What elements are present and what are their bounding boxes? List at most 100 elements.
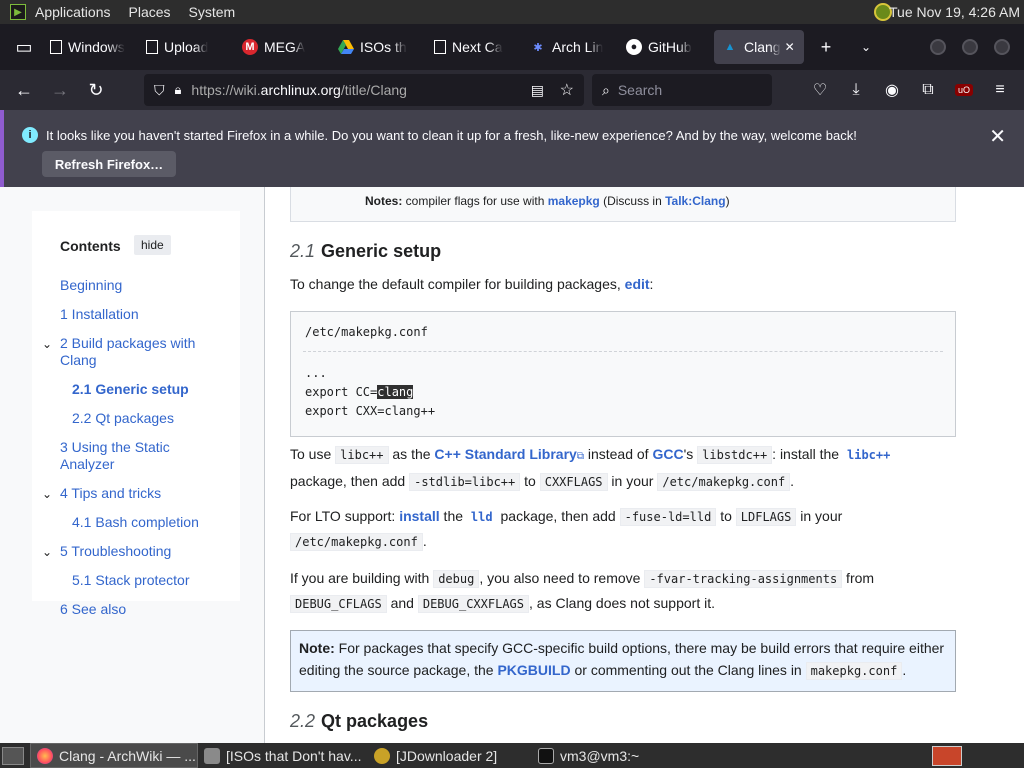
- code-separator: [303, 351, 943, 352]
- taskbar: Clang - ArchWiki — ... [ISOs that Don't …: [0, 743, 1024, 768]
- back-button[interactable]: ←: [6, 74, 42, 106]
- github-icon: ●: [626, 39, 642, 55]
- chevron-down-icon[interactable]: ⌄: [42, 545, 52, 559]
- refresh-firefox-notification: i It looks like you haven't started Fire…: [0, 110, 1024, 187]
- search-bar[interactable]: ⌕ Search: [592, 74, 772, 106]
- toc-item-beginning[interactable]: Beginning: [60, 277, 122, 294]
- url-text: https://wiki.archlinux.org/title/Clang: [191, 82, 407, 98]
- navigation-bar: ← → ↻ ⛉ 🔒︎ https://wiki.archlinux.org/ti…: [0, 70, 1024, 110]
- chevron-down-icon[interactable]: ⌄: [42, 337, 52, 351]
- toc-item-build-packages[interactable]: 2 Build packages with Clang: [60, 335, 220, 369]
- tab-arch-linux[interactable]: ✱ Arch Lin: [522, 30, 618, 64]
- toc-item-stack-protector[interactable]: 5.1 Stack protector: [72, 572, 190, 589]
- close-notification-icon[interactable]: ✕: [989, 124, 1006, 149]
- hamburger-menu-icon[interactable]: ≡: [982, 74, 1018, 106]
- pocket-icon[interactable]: ♡: [802, 74, 838, 106]
- shield-icon[interactable]: ⛉: [154, 82, 165, 99]
- tab-github[interactable]: ● GitHub: [618, 30, 714, 64]
- top-panel: ▶ Applications Places System Tue Nov 19,…: [0, 0, 1024, 24]
- edit-link[interactable]: edit: [625, 276, 650, 292]
- install-link[interactable]: install: [399, 508, 439, 524]
- arch-icon: ▲: [724, 41, 736, 53]
- lto-paragraph: For LTO support: install the lld package…: [290, 508, 843, 551]
- notes-text: Notes: compiler flags for use with makep…: [365, 194, 730, 208]
- app-menu-icon[interactable]: ▶: [10, 4, 26, 20]
- code-line: ...: [305, 366, 327, 380]
- tab-isos[interactable]: ISOs th: [330, 30, 426, 64]
- workspace-switcher[interactable]: [932, 745, 962, 766]
- makepkg-link[interactable]: makepkg: [548, 194, 600, 208]
- tab-windows[interactable]: Windows: [42, 30, 138, 64]
- bookmark-star-icon[interactable]: ☆: [560, 80, 574, 100]
- toc-item-troubleshooting[interactable]: 5 Troubleshooting: [60, 543, 171, 560]
- toc-item-generic-setup[interactable]: 2.1 Generic setup: [72, 381, 189, 398]
- task-firefox[interactable]: Clang - ArchWiki — ...: [30, 743, 198, 768]
- tab-mega[interactable]: M MEGA: [234, 30, 330, 64]
- lock-icon[interactable]: 🔒︎: [175, 82, 182, 98]
- mega-icon: M: [242, 39, 258, 55]
- cpp-standard-library-link[interactable]: C++ Standard Library: [434, 446, 576, 462]
- forward-button[interactable]: →: [42, 74, 78, 106]
- gcc-link[interactable]: GCC: [652, 446, 683, 462]
- doc-icon: [434, 40, 446, 54]
- system-menu[interactable]: System: [180, 4, 245, 20]
- downloads-icon[interactable]: ⤓: [838, 74, 874, 106]
- toc-item-installation[interactable]: 1 Installation: [60, 306, 139, 323]
- task-jdownloader[interactable]: [JDownloader 2]: [368, 743, 532, 768]
- lld-package-link[interactable]: lld: [467, 509, 497, 525]
- code-filename: /etc/makepkg.conf: [305, 325, 428, 339]
- info-icon: i: [22, 127, 38, 143]
- talk-clang-link[interactable]: Talk:Clang: [665, 194, 725, 208]
- debug-paragraph: If you are building with debug, you also…: [290, 570, 875, 613]
- maximize-window-icon[interactable]: [962, 39, 978, 55]
- gcc-note-box: Note: For packages that specify GCC-spec…: [290, 630, 956, 692]
- code-line: export CXX=clang++: [305, 404, 436, 418]
- folder-icon: [204, 747, 220, 764]
- reload-button[interactable]: ↻: [78, 74, 114, 106]
- show-desktop-icon[interactable]: [2, 746, 24, 765]
- section-heading-qt-packages: 2.2 Qt packages: [290, 711, 429, 731]
- list-tabs-icon[interactable]: ⌄: [852, 33, 880, 61]
- tab-overview-icon[interactable]: ▭: [6, 33, 42, 61]
- extensions-icon[interactable]: ⧉: [910, 74, 946, 106]
- toc-item-static-analyzer[interactable]: 3 Using the Static Analyzer: [60, 439, 220, 473]
- task-terminal[interactable]: vm3@vm3:~: [532, 743, 672, 768]
- jdownloader-icon: [374, 747, 390, 764]
- task-file-manager[interactable]: [ISOs that Don't hav...: [198, 743, 368, 768]
- applications-menu[interactable]: Applications: [26, 4, 120, 20]
- code-block: /etc/makepkg.conf ... export CC=clang ex…: [290, 311, 956, 437]
- clock[interactable]: Tue Nov 19, 4:26 AM: [889, 0, 1020, 24]
- toc-title: Contents: [60, 238, 121, 254]
- close-tab-icon[interactable]: ✕: [785, 40, 795, 54]
- tab-next-ca[interactable]: Next Ca: [426, 30, 522, 64]
- libcxx-paragraph: To use libc++ as the C++ Standard Librar…: [290, 442, 950, 494]
- firefox-icon: [37, 747, 53, 764]
- refresh-firefox-button[interactable]: Refresh Firefox…: [42, 151, 176, 177]
- close-window-icon[interactable]: [994, 39, 1010, 55]
- account-icon[interactable]: ◉: [874, 74, 910, 106]
- reader-view-icon[interactable]: ▤: [531, 82, 544, 99]
- new-tab-button[interactable]: +: [812, 33, 840, 61]
- toc-item-bash-completion[interactable]: 4.1 Bash completion: [72, 514, 199, 531]
- toc-item-qt-packages[interactable]: 2.2 Qt packages: [72, 410, 174, 427]
- toc-hide-button[interactable]: hide: [134, 235, 171, 255]
- chevron-down-icon[interactable]: ⌄: [42, 487, 52, 501]
- minimize-window-icon[interactable]: [930, 39, 946, 55]
- toc-item-see-also[interactable]: 6 See also: [60, 601, 126, 618]
- toc-item-tips-tricks[interactable]: 4 Tips and tricks: [60, 485, 161, 502]
- code-line: export CC=clang: [305, 385, 414, 399]
- tab-upload[interactable]: Upload: [138, 30, 234, 64]
- pkgbuild-link[interactable]: PKGBUILD: [497, 662, 570, 678]
- selected-text: clang: [377, 385, 414, 399]
- places-menu[interactable]: Places: [120, 4, 180, 20]
- ublock-icon[interactable]: uO: [946, 74, 982, 106]
- url-bar[interactable]: ⛉ 🔒︎ https://wiki.archlinux.org/title/Cl…: [144, 74, 584, 106]
- libcxx-package-link[interactable]: libc++: [843, 447, 894, 463]
- tab-clang[interactable]: ▲ Clang ✕: [714, 30, 804, 64]
- intro-paragraph: To change the default compiler for build…: [290, 276, 654, 292]
- external-link-icon: ⧉: [576, 451, 584, 462]
- bug-icon: ✱: [533, 41, 543, 54]
- section-heading-generic-setup: 2.1 Generic setup: [290, 241, 442, 261]
- page-content: Contents hide Beginning 1 Installation ⌄…: [0, 187, 1024, 743]
- notification-message: It looks like you haven't started Firefo…: [46, 128, 857, 143]
